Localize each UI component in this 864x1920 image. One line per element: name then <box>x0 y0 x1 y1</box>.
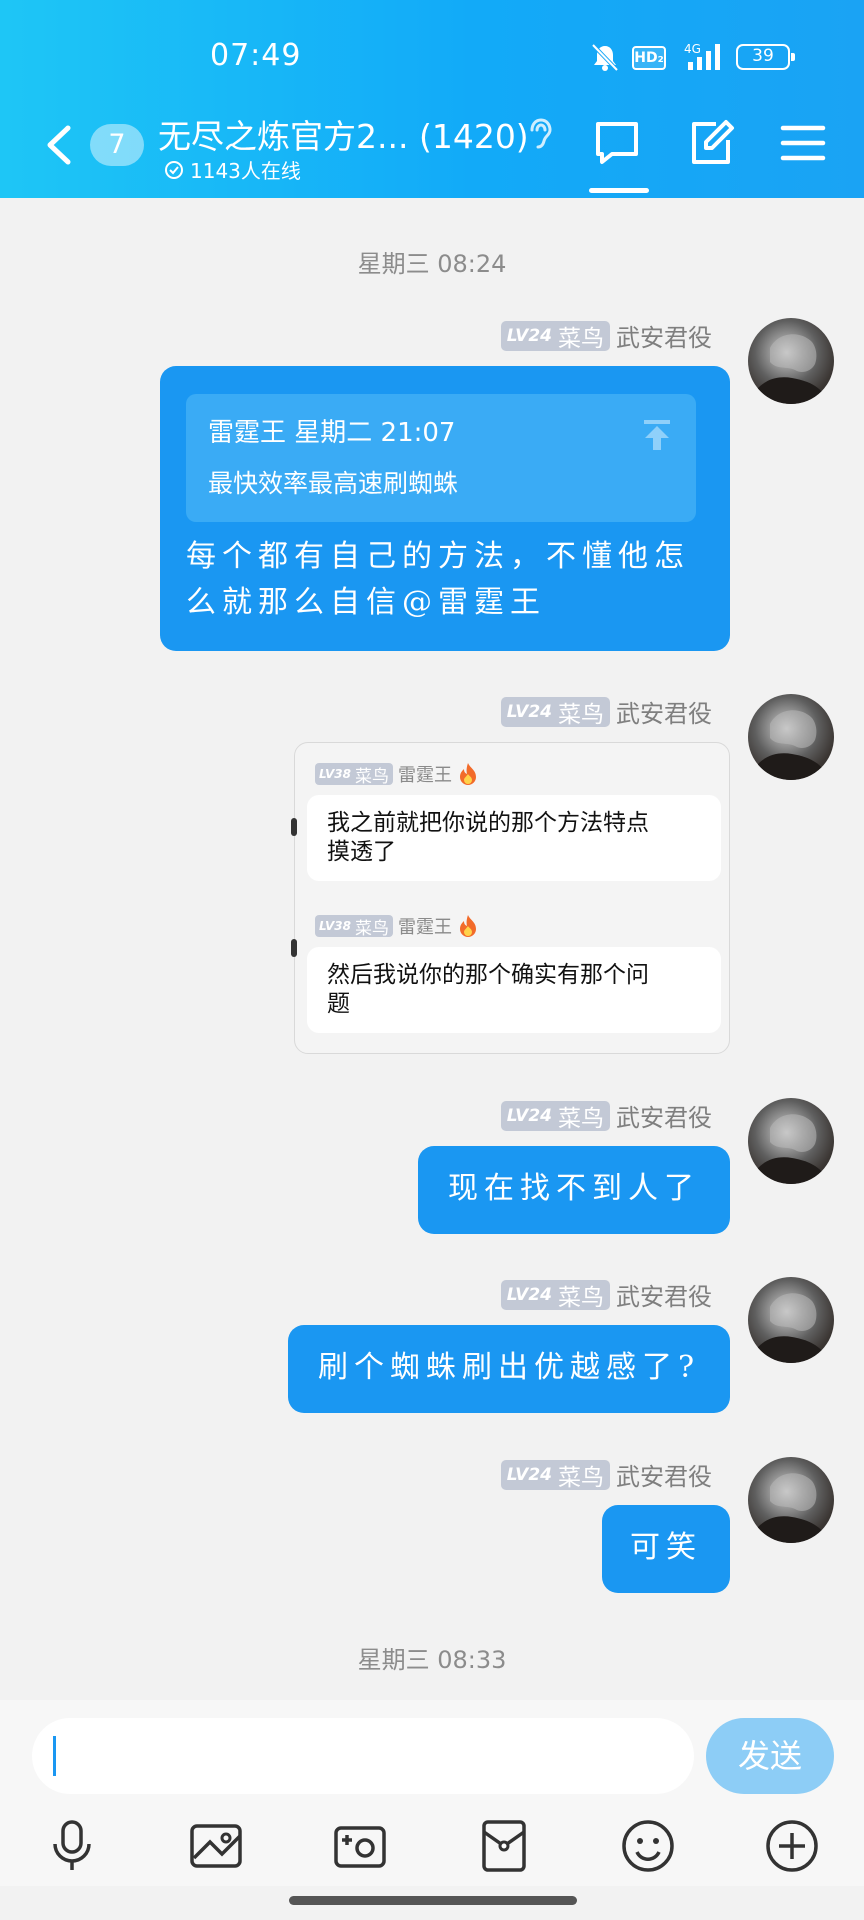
message-text: 刷个蜘蛛刷出优越感了? <box>317 1350 701 1385</box>
check-circle-icon <box>165 160 183 179</box>
network-type: 4G <box>684 42 701 56</box>
ear-icon[interactable] <box>524 116 556 152</box>
level-badge: LV24 菜鸟 <box>500 320 610 352</box>
timestamp: 星期三 08:33 <box>357 1646 507 1674</box>
rank: 菜鸟 <box>558 1284 604 1311</box>
image-icon[interactable] <box>188 1818 244 1874</box>
bell-muted-icon <box>591 43 619 72</box>
chat-bubble-icon[interactable] <box>592 118 642 168</box>
avatar[interactable] <box>748 1277 834 1363</box>
level: LV24 <box>506 1464 552 1485</box>
jump-to-original-icon[interactable] <box>642 418 672 452</box>
level: LV24 <box>506 325 552 346</box>
tab-active-indicator <box>589 188 649 193</box>
quote-sender-time: 雷霆王 星期二 21:07 <box>208 418 456 448</box>
message-line: 我之前就把你说的那个方法特点 <box>327 810 649 836</box>
rank: 菜鸟 <box>354 918 389 939</box>
message-input[interactable] <box>32 1718 694 1794</box>
timeline-dot <box>291 939 297 957</box>
level-badge: LV24 菜鸟 <box>500 1279 610 1311</box>
sender-name: 武安君役 <box>616 1283 712 1311</box>
timeline-dot <box>291 818 297 836</box>
avatar[interactable] <box>748 1098 834 1184</box>
message-bubble[interactable]: 可笑 <box>602 1505 730 1593</box>
quote-text: 最快效率最高速刷蜘蛛 <box>208 469 459 498</box>
sender-info: LV24 菜鸟 武安君役 <box>500 1277 712 1312</box>
online-status: 1143人在线 <box>164 155 301 184</box>
level-badge: LV24 菜鸟 <box>500 1459 610 1491</box>
emoji-icon[interactable] <box>620 1818 676 1874</box>
level: LV24 <box>506 701 552 722</box>
online-count: 1143人在线 <box>190 159 301 183</box>
text-cursor <box>53 1736 56 1776</box>
forward-sender: LV38 菜鸟 雷霆王 <box>315 761 479 787</box>
rank: 菜鸟 <box>558 325 604 352</box>
sender-info: LV24 菜鸟 武安君役 <box>500 1098 712 1133</box>
message-line: 摸透了 <box>327 839 396 865</box>
level-badge: LV24 菜鸟 <box>500 696 610 728</box>
battery-indicator: 39 <box>736 44 795 70</box>
sender-name: 雷霆王 <box>397 765 452 786</box>
level-badge: LV38 菜鸟 <box>315 763 393 787</box>
level-badge: LV24 菜鸟 <box>500 1100 610 1132</box>
message-line: 题 <box>327 991 350 1017</box>
level: LV38 <box>319 767 351 781</box>
status-time: 07:49 <box>210 38 302 73</box>
home-indicator[interactable] <box>289 1896 577 1905</box>
sender-name: 武安君役 <box>616 700 712 728</box>
send-button[interactable]: 发送 <box>706 1718 834 1794</box>
back-arrow-icon[interactable] <box>40 122 80 168</box>
hd-voice-icon: HD₂ <box>632 46 666 70</box>
message-line: 么就那么自信@雷霆王 <box>186 585 546 620</box>
fire-icon <box>459 915 476 937</box>
camera-icon[interactable] <box>332 1818 388 1874</box>
rank: 菜鸟 <box>354 766 389 787</box>
timestamp: 星期三 08:24 <box>357 250 507 278</box>
unread-count-badge[interactable]: 7 <box>90 124 144 166</box>
red-packet-icon[interactable] <box>476 1818 532 1874</box>
sender-name: 武安君役 <box>616 324 712 352</box>
message-bubble[interactable]: 雷霆王 星期二 21:07 最快效率最高速刷蜘蛛 每个都有自己的方法，不懂他怎 … <box>160 366 730 651</box>
level-badge: LV38 菜鸟 <box>315 915 393 939</box>
chat-header: 07:49 HD₂ 4G 39 7 无尽之炼官方2... (1420) 1143… <box>0 0 864 198</box>
signal-icon: 4G <box>684 42 720 70</box>
level: LV38 <box>319 919 351 933</box>
message-line: 然后我说你的那个确实有那个问 <box>327 962 649 988</box>
plus-icon[interactable] <box>764 1818 820 1874</box>
sender-info: LV24 菜鸟 武安君役 <box>500 1457 712 1492</box>
message-bubble[interactable]: 现在找不到人了 <box>418 1146 730 1234</box>
sender-name: 武安君役 <box>616 1104 712 1132</box>
forwarded-message: 然后我说你的那个确实有那个问 题 <box>307 947 721 1033</box>
sender-name: 武安君役 <box>616 1463 712 1491</box>
avatar[interactable] <box>748 1457 834 1543</box>
fire-icon <box>459 763 476 785</box>
rank: 菜鸟 <box>558 1105 604 1132</box>
forwarded-message: 我之前就把你说的那个方法特点 摸透了 <box>307 795 721 881</box>
sender-info: LV24 菜鸟 武安君役 <box>500 694 712 729</box>
group-title[interactable]: 无尽之炼官方2... (1420) <box>158 110 529 158</box>
message-text: 每个都有自己的方法，不懂他怎 么就那么自信@雷霆王 <box>186 534 706 626</box>
level: LV24 <box>506 1284 552 1305</box>
menu-icon[interactable] <box>780 122 826 164</box>
sender-name: 雷霆王 <box>397 917 452 938</box>
rank: 菜鸟 <box>558 701 604 728</box>
message-text: 可笑 <box>630 1530 702 1565</box>
forward-sender: LV38 菜鸟 雷霆王 <box>315 913 479 939</box>
level: LV24 <box>506 1105 552 1126</box>
avatar[interactable] <box>748 318 834 404</box>
message-line: 每个都有自己的方法，不懂他怎 <box>186 539 690 574</box>
sender-info: LV24 菜鸟 武安君役 <box>500 318 712 353</box>
forwarded-messages-card[interactable]: LV38 菜鸟 雷霆王 我之前就把你说的那个方法特点 摸透了 LV38 菜鸟 雷霆王… <box>291 742 730 1054</box>
message-bubble[interactable]: 刷个蜘蛛刷出优越感了? <box>288 1325 730 1413</box>
reply-quote[interactable]: 雷霆王 星期二 21:07 最快效率最高速刷蜘蛛 <box>186 394 696 522</box>
composer: 发送 <box>0 1700 864 1886</box>
mic-icon[interactable] <box>44 1818 100 1874</box>
rank: 菜鸟 <box>558 1464 604 1491</box>
edit-icon[interactable] <box>686 118 736 168</box>
message-text: 现在找不到人了 <box>448 1171 700 1206</box>
avatar[interactable] <box>748 694 834 780</box>
